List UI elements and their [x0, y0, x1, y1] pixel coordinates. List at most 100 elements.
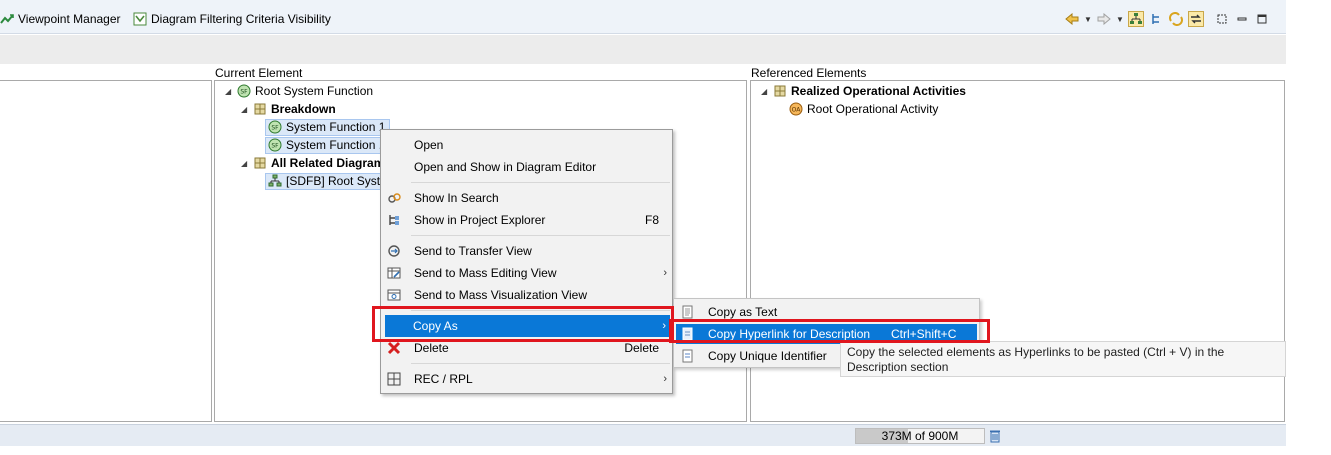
operational-activity-icon: OA	[789, 102, 803, 116]
submenu-label: Copy Hyperlink for Description	[708, 327, 871, 341]
submenu-arrow-icon: ›	[663, 373, 667, 385]
menu-label: REC / RPL	[414, 372, 473, 386]
menu-label: Open and Show in Diagram Editor	[414, 160, 597, 174]
folder-grid-icon	[774, 85, 786, 97]
menu-item-send-to-transfer-view[interactable]: Send to Transfer View	[382, 240, 671, 262]
trash-icon[interactable]	[988, 429, 1002, 443]
menu-label: Show In Search	[414, 191, 499, 205]
mass-edit-icon	[386, 265, 402, 281]
viewpoint-manager-icon	[0, 14, 14, 24]
svg-text:SF: SF	[271, 143, 279, 150]
diagram-filtering-button[interactable]: Diagram Filtering Criteria Visibility	[133, 9, 331, 29]
referenced-elements-label: Referenced Elements	[751, 66, 867, 80]
diagram-filtering-label: Diagram Filtering Criteria Visibility	[151, 12, 331, 26]
menu-label: Send to Transfer View	[414, 244, 532, 258]
menu-label: Copy As	[413, 319, 458, 333]
back-dropdown-icon[interactable]: ▼	[1084, 15, 1092, 24]
expand-toggle-icon[interactable]: ◢	[241, 105, 253, 114]
rec-rpl-grid-icon	[386, 371, 402, 387]
tree-layout-icon[interactable]	[1128, 11, 1144, 27]
submenu-label: Copy as Text	[708, 305, 778, 319]
menu-item-delete[interactable]: Delete Delete	[382, 337, 671, 359]
tooltip: Copy the selected elements as Hyperlinks…	[840, 341, 1286, 377]
tree-row-root-operational-activity[interactable]: OA Root Operational Activity	[789, 100, 938, 118]
minimize-icon[interactable]	[1234, 11, 1250, 27]
menu-item-rec-rpl[interactable]: REC / RPL ›	[382, 368, 671, 390]
submenu-item-copy-as-text[interactable]: Copy as Text	[676, 302, 977, 322]
tree-row-system-function-2[interactable]: SF System Function .	[265, 136, 388, 154]
copy-id-icon	[682, 349, 693, 363]
menu-item-copy-as[interactable]: Copy As ›	[385, 315, 670, 337]
forward-dropdown-icon[interactable]: ▼	[1116, 15, 1124, 24]
tree-label: Breakdown	[271, 102, 336, 116]
submenu-arrow-icon: ›	[663, 267, 667, 279]
menu-item-show-in-search[interactable]: Show In Search	[382, 187, 671, 209]
menu-item-send-to-mass-visualization[interactable]: Send to Mass Visualization View	[382, 284, 671, 306]
tree-label: Realized Operational Activities	[791, 84, 966, 98]
tree-label: All Related Diagram	[271, 156, 385, 170]
menu-accelerator: F8	[644, 213, 659, 227]
tree-row-sdfb-diagram[interactable]: [SDFB] Root Syste	[265, 172, 392, 190]
current-element-label: Current Element	[215, 66, 303, 80]
heap-status[interactable]: 373M of 900M	[855, 428, 985, 444]
status-bar	[0, 424, 1286, 446]
tree-label: Root System Function	[255, 84, 374, 98]
toolbar: Viewpoint Manager Diagram Filtering Crit…	[0, 0, 1286, 34]
tree-row-breakdown[interactable]: ◢ Breakdown	[241, 100, 336, 118]
link-with-editor-icon[interactable]	[1188, 11, 1204, 27]
expand-toggle-icon[interactable]: ◢	[241, 159, 253, 168]
viewpoint-manager-label: Viewpoint Manager	[18, 12, 121, 26]
menu-item-open[interactable]: Open	[382, 134, 671, 156]
tree-row-root-system-function[interactable]: ◢ SF Root System Function	[225, 82, 373, 100]
tree-row-realized-operational-activities[interactable]: ◢ Realized Operational Activities	[761, 82, 966, 100]
hierarchy-icon[interactable]	[1148, 11, 1164, 27]
menu-separator	[411, 310, 670, 311]
viewpoint-manager-button[interactable]: Viewpoint Manager	[0, 9, 121, 29]
folder-grid-icon	[254, 157, 266, 169]
tree-row-system-function-1[interactable]: SF System Function 1	[265, 118, 391, 136]
system-function-icon: SF	[268, 120, 282, 134]
forward-arrow-icon[interactable]	[1096, 11, 1112, 27]
menu-item-open-and-show[interactable]: Open and Show in Diagram Editor	[382, 156, 671, 178]
submenu-accelerator: Ctrl+Shift+C	[891, 327, 957, 341]
svg-text:SF: SF	[240, 89, 248, 96]
submenu-label: Copy Unique Identifier	[708, 349, 827, 363]
toolbar-strip	[0, 35, 1286, 64]
menu-label: Delete	[414, 341, 449, 355]
left-pane[interactable]	[0, 80, 212, 422]
menu-label: Send to Mass Visualization View	[414, 288, 587, 302]
system-function-icon: SF	[268, 138, 282, 152]
tree-label: Root Operational Activity	[807, 102, 939, 116]
menu-item-send-to-mass-editing[interactable]: Send to Mass Editing View ›	[382, 262, 671, 284]
menu-label: Open	[414, 138, 444, 152]
copy-text-icon	[682, 305, 693, 319]
menu-label: Show in Project Explorer	[414, 213, 546, 227]
context-menu: Open Open and Show in Diagram Editor Sho…	[380, 129, 673, 394]
svg-text:SF: SF	[271, 125, 279, 132]
menu-accelerator: Delete	[624, 341, 659, 355]
transfer-icon	[386, 243, 402, 259]
project-explorer-icon	[386, 212, 402, 228]
submenu-arrow-icon: ›	[662, 320, 666, 332]
search-binoculars-icon	[386, 190, 402, 206]
system-function-icon: SF	[237, 84, 251, 98]
refresh-links-icon[interactable]	[1168, 11, 1184, 27]
expand-toggle-icon[interactable]: ◢	[761, 87, 773, 96]
expand-toggle-icon[interactable]: ◢	[225, 87, 237, 96]
folder-grid-icon	[254, 103, 266, 115]
back-arrow-icon[interactable]	[1064, 11, 1080, 27]
tree-label: System Function .	[286, 138, 383, 152]
tree-row-all-related-diagrams[interactable]: ◢ All Related Diagram	[241, 154, 384, 172]
diagram-icon	[268, 174, 282, 187]
menu-separator	[411, 182, 670, 183]
delete-x-icon	[386, 340, 402, 356]
tree-label: System Function 1	[286, 120, 386, 134]
expand-icon[interactable]	[1214, 11, 1230, 27]
maximize-icon[interactable]	[1254, 11, 1270, 27]
menu-separator	[411, 363, 670, 364]
menu-item-show-in-project-explorer[interactable]: Show in Project Explorer F8	[382, 209, 671, 231]
toolbar-right-group: ▼ ▼	[1064, 9, 1270, 29]
copy-hyperlink-icon	[682, 327, 693, 341]
svg-text:OA: OA	[792, 107, 802, 114]
menu-separator	[411, 235, 670, 236]
